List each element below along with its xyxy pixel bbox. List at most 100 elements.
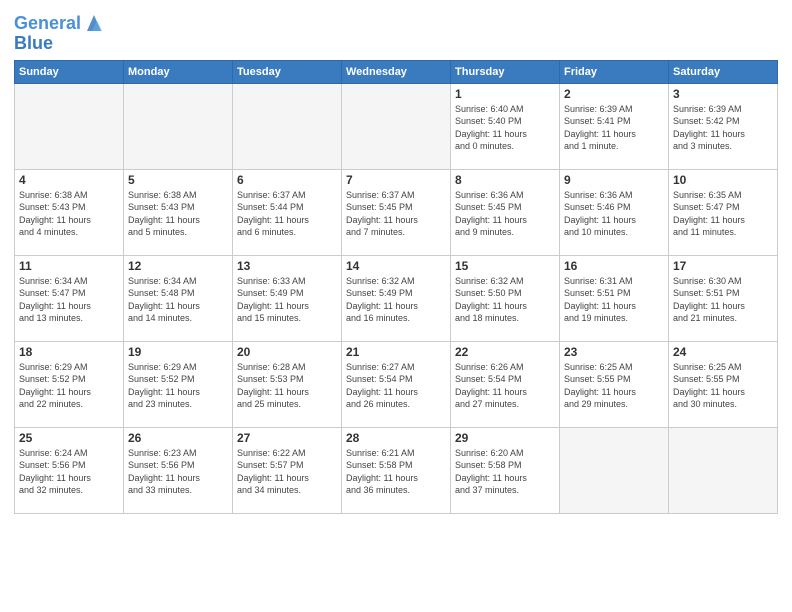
calendar-cell: 24Sunrise: 6:25 AM Sunset: 5:55 PM Dayli… bbox=[669, 341, 778, 427]
calendar-cell: 7 Sunrise: 6:37 AM Sunset: 5:45 PM Daylig… bbox=[342, 169, 451, 255]
day-number: 20 bbox=[237, 345, 337, 359]
day-info: Sunrise: 6:40 AM Sunset: 5:40 PM Dayligh… bbox=[455, 103, 555, 153]
logo-text2: Blue bbox=[14, 34, 53, 54]
day-info: Sunrise: 6:29 AM Sunset: 5:52 PM Dayligh… bbox=[19, 361, 119, 411]
calendar-cell: 4Sunrise: 6:38 AM Sunset: 5:43 PM Daylig… bbox=[15, 169, 124, 255]
calendar-cell: 18 Sunrise: 6:29 AM Sunset: 5:52 PM Dayli… bbox=[15, 341, 124, 427]
day-info: Sunrise: 6:33 AM Sunset: 5:49 PM Dayligh… bbox=[237, 275, 337, 325]
day-number: 12 bbox=[128, 259, 228, 273]
calendar-cell bbox=[124, 83, 233, 169]
calendar-cell: 13 Sunrise: 6:33 AM Sunset: 5:49 PM Dayli… bbox=[233, 255, 342, 341]
day-info: Sunrise: 6:29 AM Sunset: 5:52 PM Dayligh… bbox=[128, 361, 228, 411]
calendar-week-row: 25 Sunrise: 6:24 AM Sunset: 5:56 PM Dayli… bbox=[15, 427, 778, 513]
day-number: 10 bbox=[673, 173, 773, 187]
weekday-row: SundayMondayTuesdayWednesdayThursdayFrid… bbox=[15, 60, 778, 83]
day-info: Sunrise: 6:39 AM Sunset: 5:42 PM Dayligh… bbox=[673, 103, 773, 153]
day-number: 1 bbox=[455, 87, 555, 101]
day-number: 19 bbox=[128, 345, 228, 359]
day-info: Sunrise: 6:24 AM Sunset: 5:56 PM Dayligh… bbox=[19, 447, 119, 497]
calendar-header: SundayMondayTuesdayWednesdayThursdayFrid… bbox=[15, 60, 778, 83]
day-number: 2 bbox=[564, 87, 664, 101]
calendar-cell: 8 Sunrise: 6:36 AM Sunset: 5:45 PM Daylig… bbox=[451, 169, 560, 255]
calendar-cell: 9 Sunrise: 6:36 AM Sunset: 5:46 PM Daylig… bbox=[560, 169, 669, 255]
day-number: 15 bbox=[455, 259, 555, 273]
weekday-header: Friday bbox=[560, 60, 669, 83]
calendar-cell bbox=[669, 427, 778, 513]
calendar-cell bbox=[15, 83, 124, 169]
calendar-cell: 29 Sunrise: 6:20 AM Sunset: 5:58 PM Dayli… bbox=[451, 427, 560, 513]
calendar-cell: 27 Sunrise: 6:22 AM Sunset: 5:57 PM Dayli… bbox=[233, 427, 342, 513]
calendar-cell: 12 Sunrise: 6:34 AM Sunset: 5:48 PM Dayli… bbox=[124, 255, 233, 341]
day-number: 14 bbox=[346, 259, 446, 273]
calendar-cell: 21 Sunrise: 6:27 AM Sunset: 5:54 PM Dayli… bbox=[342, 341, 451, 427]
day-info: Sunrise: 6:22 AM Sunset: 5:57 PM Dayligh… bbox=[237, 447, 337, 497]
day-number: 13 bbox=[237, 259, 337, 273]
day-info: Sunrise: 6:36 AM Sunset: 5:45 PM Dayligh… bbox=[455, 189, 555, 239]
logo-icon bbox=[83, 13, 105, 33]
day-number: 22 bbox=[455, 345, 555, 359]
weekday-header: Tuesday bbox=[233, 60, 342, 83]
day-info: Sunrise: 6:32 AM Sunset: 5:49 PM Dayligh… bbox=[346, 275, 446, 325]
day-info: Sunrise: 6:28 AM Sunset: 5:53 PM Dayligh… bbox=[237, 361, 337, 411]
calendar-cell: 11Sunrise: 6:34 AM Sunset: 5:47 PM Dayli… bbox=[15, 255, 124, 341]
weekday-header: Sunday bbox=[15, 60, 124, 83]
day-number: 8 bbox=[455, 173, 555, 187]
day-number: 9 bbox=[564, 173, 664, 187]
calendar-cell: 10Sunrise: 6:35 AM Sunset: 5:47 PM Dayli… bbox=[669, 169, 778, 255]
calendar-cell bbox=[233, 83, 342, 169]
calendar-week-row: 4Sunrise: 6:38 AM Sunset: 5:43 PM Daylig… bbox=[15, 169, 778, 255]
day-number: 28 bbox=[346, 431, 446, 445]
day-number: 23 bbox=[564, 345, 664, 359]
calendar-body: 1 Sunrise: 6:40 AM Sunset: 5:40 PM Daylig… bbox=[15, 83, 778, 513]
calendar-cell: 6Sunrise: 6:37 AM Sunset: 5:44 PM Daylig… bbox=[233, 169, 342, 255]
calendar-cell: 5Sunrise: 6:38 AM Sunset: 5:43 PM Daylig… bbox=[124, 169, 233, 255]
day-number: 25 bbox=[19, 431, 119, 445]
day-number: 24 bbox=[673, 345, 773, 359]
calendar-cell: 20 Sunrise: 6:28 AM Sunset: 5:53 PM Dayli… bbox=[233, 341, 342, 427]
logo: General Blue bbox=[14, 14, 105, 54]
calendar-cell: 25 Sunrise: 6:24 AM Sunset: 5:56 PM Dayli… bbox=[15, 427, 124, 513]
calendar-cell bbox=[342, 83, 451, 169]
day-info: Sunrise: 6:36 AM Sunset: 5:46 PM Dayligh… bbox=[564, 189, 664, 239]
calendar-table: SundayMondayTuesdayWednesdayThursdayFrid… bbox=[14, 60, 778, 514]
calendar-week-row: 11Sunrise: 6:34 AM Sunset: 5:47 PM Dayli… bbox=[15, 255, 778, 341]
day-info: Sunrise: 6:37 AM Sunset: 5:44 PM Dayligh… bbox=[237, 189, 337, 239]
calendar-cell: 14 Sunrise: 6:32 AM Sunset: 5:49 PM Dayli… bbox=[342, 255, 451, 341]
day-info: Sunrise: 6:26 AM Sunset: 5:54 PM Dayligh… bbox=[455, 361, 555, 411]
day-info: Sunrise: 6:25 AM Sunset: 5:55 PM Dayligh… bbox=[564, 361, 664, 411]
day-number: 18 bbox=[19, 345, 119, 359]
page-container: General Blue bbox=[0, 0, 792, 524]
calendar-cell: 16 Sunrise: 6:31 AM Sunset: 5:51 PM Dayli… bbox=[560, 255, 669, 341]
day-info: Sunrise: 6:27 AM Sunset: 5:54 PM Dayligh… bbox=[346, 361, 446, 411]
day-info: Sunrise: 6:38 AM Sunset: 5:43 PM Dayligh… bbox=[19, 189, 119, 239]
day-info: Sunrise: 6:20 AM Sunset: 5:58 PM Dayligh… bbox=[455, 447, 555, 497]
day-info: Sunrise: 6:23 AM Sunset: 5:56 PM Dayligh… bbox=[128, 447, 228, 497]
day-number: 7 bbox=[346, 173, 446, 187]
day-number: 17 bbox=[673, 259, 773, 273]
day-info: Sunrise: 6:31 AM Sunset: 5:51 PM Dayligh… bbox=[564, 275, 664, 325]
calendar-cell: 17Sunrise: 6:30 AM Sunset: 5:51 PM Dayli… bbox=[669, 255, 778, 341]
calendar-cell: 23 Sunrise: 6:25 AM Sunset: 5:55 PM Dayli… bbox=[560, 341, 669, 427]
calendar-cell: 1 Sunrise: 6:40 AM Sunset: 5:40 PM Daylig… bbox=[451, 83, 560, 169]
weekday-header: Monday bbox=[124, 60, 233, 83]
day-number: 29 bbox=[455, 431, 555, 445]
calendar-cell: 15Sunrise: 6:32 AM Sunset: 5:50 PM Dayli… bbox=[451, 255, 560, 341]
day-number: 3 bbox=[673, 87, 773, 101]
day-number: 16 bbox=[564, 259, 664, 273]
calendar-cell: 19 Sunrise: 6:29 AM Sunset: 5:52 PM Dayli… bbox=[124, 341, 233, 427]
day-number: 27 bbox=[237, 431, 337, 445]
header: General Blue bbox=[14, 10, 778, 54]
calendar-week-row: 18 Sunrise: 6:29 AM Sunset: 5:52 PM Dayli… bbox=[15, 341, 778, 427]
calendar-cell: 2Sunrise: 6:39 AM Sunset: 5:41 PM Daylig… bbox=[560, 83, 669, 169]
calendar-cell: 26Sunrise: 6:23 AM Sunset: 5:56 PM Dayli… bbox=[124, 427, 233, 513]
day-info: Sunrise: 6:38 AM Sunset: 5:43 PM Dayligh… bbox=[128, 189, 228, 239]
weekday-header: Wednesday bbox=[342, 60, 451, 83]
calendar-cell: 28 Sunrise: 6:21 AM Sunset: 5:58 PM Dayli… bbox=[342, 427, 451, 513]
day-info: Sunrise: 6:21 AM Sunset: 5:58 PM Dayligh… bbox=[346, 447, 446, 497]
day-info: Sunrise: 6:34 AM Sunset: 5:48 PM Dayligh… bbox=[128, 275, 228, 325]
day-info: Sunrise: 6:37 AM Sunset: 5:45 PM Dayligh… bbox=[346, 189, 446, 239]
day-number: 11 bbox=[19, 259, 119, 273]
weekday-header: Saturday bbox=[669, 60, 778, 83]
logo-text: General bbox=[14, 14, 81, 34]
day-number: 21 bbox=[346, 345, 446, 359]
